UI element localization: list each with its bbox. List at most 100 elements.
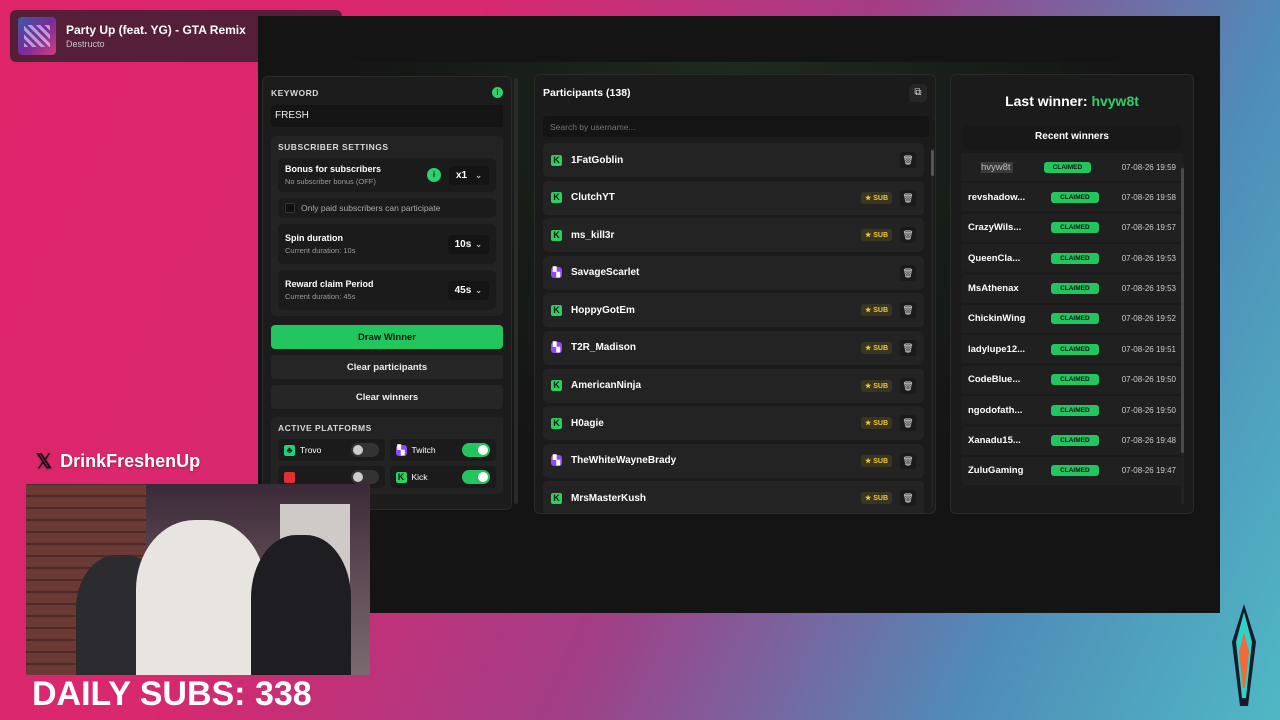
participant-row[interactable]: K 1FatGoblin 🗑 bbox=[543, 143, 924, 177]
clear-winners-button[interactable]: Clear winners bbox=[271, 385, 503, 409]
winner-row: CrazyWils... CLAIMED 07-08-26 19:57 bbox=[961, 213, 1183, 242]
winner-name: revshadow... bbox=[968, 191, 1026, 203]
participant-row[interactable]: Kms_kill3r ★ SUB 🗑 bbox=[543, 218, 924, 253]
sub-badge: ★ SUB bbox=[861, 454, 892, 467]
participant-search-input[interactable] bbox=[543, 116, 929, 137]
trash-icon[interactable]: 🗑 bbox=[900, 490, 916, 507]
album-art bbox=[18, 17, 56, 55]
twitch-toggle[interactable] bbox=[462, 443, 490, 457]
claim-select[interactable]: 45s ⌄ bbox=[447, 280, 489, 300]
paid-only-label: Only paid subscribers can participate bbox=[301, 203, 441, 213]
claimed-badge: CLAIMED bbox=[1051, 283, 1099, 295]
winner-list: hvyw8t CLAIMED 07-08-26 19:59 revshadow... C… bbox=[961, 153, 1183, 485]
daily-subs-counter: DAILY SUBS: 338 bbox=[32, 675, 312, 713]
trash-icon[interactable]: 🗑 bbox=[900, 264, 916, 281]
claimed-badge: CLAIMED bbox=[1051, 252, 1099, 264]
winner-name: ChickinWing bbox=[968, 313, 1026, 325]
trash-icon[interactable]: 🗑 bbox=[900, 377, 916, 394]
track-artist: Destructo bbox=[66, 39, 105, 49]
kick-icon: K bbox=[395, 471, 407, 483]
bonus-sub: No subscriber bonus (OFF) bbox=[285, 177, 376, 186]
claimed-badge: CLAIMED bbox=[1051, 313, 1099, 325]
trash-icon[interactable]: 🗑 bbox=[900, 302, 916, 319]
winner-time: 07-08-26 19:50 bbox=[1121, 405, 1176, 415]
participant-row[interactable]: ▚ SavageScarlet 🗑 bbox=[543, 255, 924, 290]
social-handle-text: DrinkFreshenUp bbox=[60, 451, 201, 471]
twitch-icon: ▚ bbox=[395, 444, 407, 456]
winner-name: ngodofath... bbox=[968, 404, 1023, 416]
last-winner-name: hvyw8t bbox=[1091, 93, 1139, 109]
claim-value: 45s bbox=[454, 284, 472, 296]
paid-only-checkbox[interactable] bbox=[285, 203, 295, 213]
draw-winner-button[interactable]: Draw Winner bbox=[271, 325, 503, 349]
info-icon[interactable]: i bbox=[427, 168, 441, 182]
claim-sub: Current duration: 45s bbox=[285, 292, 356, 301]
winner-time: 07-08-26 19:59 bbox=[1121, 162, 1176, 172]
trash-icon[interactable]: 🗑 bbox=[900, 339, 916, 356]
participant-name: ClutchYT bbox=[571, 192, 615, 204]
twitch-icon: ▚ bbox=[551, 342, 562, 354]
bonus-select[interactable]: x1 ⌄ bbox=[449, 165, 489, 185]
winner-row: ngodofath... CLAIMED 07-08-26 19:50 bbox=[961, 396, 1183, 425]
copy-icon[interactable]: ⧉ bbox=[909, 84, 927, 102]
participant-row[interactable]: K MrsMasterKush ★ SUB 🗑 bbox=[543, 481, 924, 513]
info-icon[interactable]: i bbox=[492, 87, 503, 98]
keyword-input[interactable]: FRESH bbox=[271, 105, 503, 127]
winner-row: CodeBlue... CLAIMED 07-08-26 19:50 bbox=[961, 365, 1183, 394]
winner-time: 07-08-26 19:51 bbox=[1121, 344, 1176, 354]
participant-row[interactable]: K HoppyGotEm ★ SUB 🗑 bbox=[543, 293, 924, 328]
winner-row: Xanadu15... CLAIMED 07-08-26 19:48 bbox=[961, 426, 1183, 455]
platform-toggle[interactable] bbox=[350, 470, 379, 484]
platform-label: Twitch bbox=[411, 445, 436, 455]
spin-sub: Current duration: 10s bbox=[285, 246, 356, 255]
claimed-badge: CLAIMED bbox=[1043, 161, 1092, 173]
winner-time: 07-08-26 19:50 bbox=[1121, 375, 1176, 385]
chevron-down-icon: ⌄ bbox=[475, 239, 482, 249]
winner-name: QueenCla... bbox=[968, 252, 1021, 264]
trash-icon[interactable]: 🗑 bbox=[900, 152, 916, 168]
sub-badge: ★ SUB bbox=[861, 229, 892, 242]
participant-row[interactable]: K AmericanNinja ★ SUB 🗑 bbox=[543, 368, 924, 403]
winner-row: hvyw8t CLAIMED 07-08-26 19:59 bbox=[961, 153, 1183, 181]
trash-icon[interactable]: 🗑 bbox=[900, 189, 916, 206]
brand-logo-icon bbox=[1232, 604, 1256, 706]
participant-row[interactable]: ▚ TheWhiteWayneBrady ★ SUB 🗑 bbox=[543, 443, 924, 478]
participant-row[interactable]: K H0agie ★ SUB 🗑 bbox=[543, 406, 924, 441]
kick-toggle[interactable] bbox=[462, 470, 490, 484]
claimed-badge: CLAIMED bbox=[1051, 191, 1099, 203]
winner-time: 07-08-26 19:48 bbox=[1121, 436, 1176, 446]
platform-trovo: ♣ Trovo bbox=[278, 439, 385, 461]
subscriber-settings: SUBSCRIBER SETTINGS Bonus for subscriber… bbox=[271, 136, 503, 316]
trovo-toggle[interactable] bbox=[350, 443, 379, 457]
participant-row[interactable]: K ClutchYT ★ SUB 🗑 bbox=[543, 180, 924, 215]
winner-time: 07-08-26 19:53 bbox=[1121, 253, 1176, 263]
winner-name: CodeBlue... bbox=[968, 374, 1021, 386]
trash-icon[interactable]: 🗑 bbox=[900, 227, 916, 244]
kick-icon: K bbox=[551, 492, 562, 504]
spin-select[interactable]: 10s ⌄ bbox=[447, 234, 489, 254]
participants-scrollbar[interactable] bbox=[931, 148, 934, 508]
participant-name: MrsMasterKush bbox=[571, 492, 647, 504]
claimed-badge: CLAIMED bbox=[1051, 343, 1099, 355]
platform-kick: K Kick bbox=[389, 466, 496, 488]
trash-icon[interactable]: 🗑 bbox=[900, 452, 916, 469]
participant-row[interactable]: ▚ T2R_Madison ★ SUB 🗑 bbox=[543, 330, 924, 365]
winner-time: 07-08-26 19:47 bbox=[1121, 466, 1176, 476]
chevron-down-icon: ⌄ bbox=[475, 170, 482, 180]
platform-icon bbox=[284, 471, 295, 483]
settings-scrollbar[interactable] bbox=[514, 78, 518, 504]
winners-scrollbar[interactable] bbox=[1181, 164, 1184, 504]
clear-participants-button[interactable]: Clear participants bbox=[271, 355, 503, 379]
sub-badge: ★ SUB bbox=[861, 304, 892, 317]
paid-only-option[interactable]: Only paid subscribers can participate bbox=[278, 198, 496, 218]
participant-name: TheWhiteWayneBrady bbox=[571, 455, 677, 467]
sub-badge: ★ SUB bbox=[861, 379, 892, 392]
kick-icon: K bbox=[551, 417, 562, 429]
spin-title: Spin duration bbox=[285, 233, 343, 243]
winner-name: ZuluGaming bbox=[968, 465, 1024, 477]
keyword-label: KEYWORD bbox=[271, 87, 319, 98]
social-handle: 𝕏 DrinkFreshenUp bbox=[36, 449, 200, 474]
settings-panel: KEYWORD i FRESH SUBSCRIBER SETTINGS Bonu… bbox=[262, 76, 512, 510]
trash-icon[interactable]: 🗑 bbox=[900, 415, 916, 432]
claimed-badge: CLAIMED bbox=[1051, 374, 1099, 386]
